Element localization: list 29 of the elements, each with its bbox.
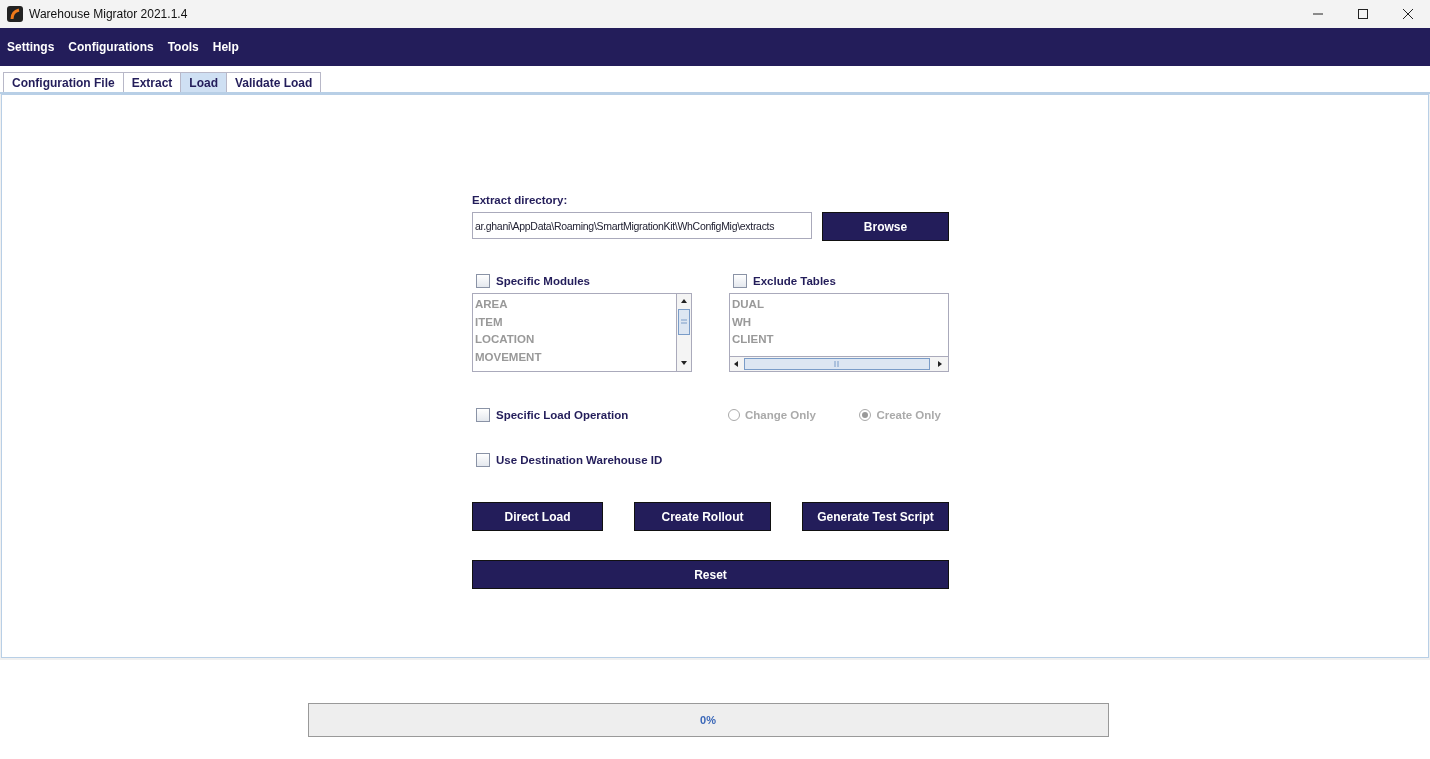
checkbox[interactable] [476, 274, 490, 288]
radio-label: Change Only [744, 409, 816, 421]
checkbox[interactable] [476, 453, 490, 467]
horizontal-scrollbar[interactable] [730, 356, 948, 371]
checkbox[interactable] [476, 408, 490, 422]
tab[interactable]: Load [180, 72, 227, 92]
action-button[interactable]: Create Rollout [634, 502, 771, 531]
checkbox-label: Exclude Tables [753, 275, 836, 287]
tab[interactable]: Configuration File [3, 72, 124, 92]
field-label: Extract directory: [472, 194, 569, 206]
app-logo-icon [7, 6, 23, 22]
checkbox-label: Specific Modules [496, 275, 590, 287]
browse-button[interactable]: Browse [822, 212, 949, 241]
checkbox-label: Specific Load Operation [496, 409, 629, 421]
radio-label: Create Only [876, 409, 941, 421]
action-button[interactable]: Generate Test Script [802, 502, 949, 531]
tab[interactable]: Validate Load [226, 72, 322, 92]
vertical-scrollbar[interactable] [676, 294, 691, 371]
window-title: Warehouse Migrator 2021.1.4 [29, 7, 189, 21]
menu-item[interactable]: Tools [167, 40, 199, 54]
reset-button[interactable]: Reset [472, 560, 949, 589]
directory-field[interactable]: ar.ghani\AppData\Roaming\SmartMigrationKit\WhConfigMig\extracts [472, 212, 812, 239]
checkbox-label: Use Destination Warehouse ID [496, 454, 663, 466]
menu-item[interactable]: Settings [7, 40, 55, 54]
progress-text: 0% [700, 713, 716, 726]
action-button[interactable]: Direct Load [472, 502, 603, 531]
checkbox[interactable] [733, 274, 747, 288]
menu-item[interactable]: Configurations [68, 40, 154, 54]
menu-item[interactable]: Help [212, 40, 239, 54]
